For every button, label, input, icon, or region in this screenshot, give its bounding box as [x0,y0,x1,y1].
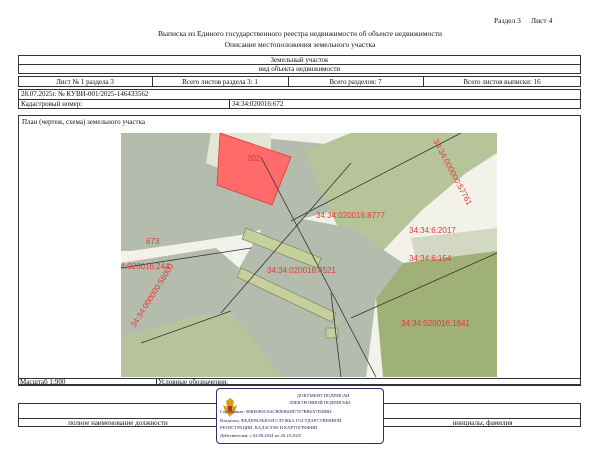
cadastral-number: 34:34:020016:672 [232,100,284,108]
label-202: 202 [247,154,261,163]
stamp-owner1: Владелец: ФЕДЕРАЛЬНАЯ СЛУЖБА ГОСУДАРСТВЕ… [220,418,342,423]
e-signature-stamp: ДОКУМЕНТ ПОДПИСАН ЭЛЕКТРОННОЙ ПОДПИСЬЮ С… [216,388,384,444]
label-154: 34:34:6:154 [409,254,452,263]
plan-title: План (чертеж, схема) земельного участка [22,118,146,126]
emblem-icon [223,398,237,417]
section-label: Раздел 3 [494,16,521,25]
object-type-caption: вид объекта недвижимости [258,65,341,73]
legend-label: Условные обозначения: [158,378,229,386]
label-4521: 34:34:020016:4521 [267,266,337,275]
initials-caption: инициалы, фамилия [452,419,513,427]
sheet-of-section: Лист № 1 раздела 3 [56,78,114,86]
scale-row [18,378,581,386]
label-8777: 34:34:020016:8777 [316,211,386,220]
doc-number: 28.07.2025г. № КУВИ-001/2025-146433562 [21,90,149,98]
map-svg: 202 34:34:020016:8777 673 34:34:020016:2… [121,133,497,377]
total-sheets-section: Всего листов раздела 3: 1 [182,78,258,86]
stamp-line2: ЭЛЕКТРОННОЙ ПОДПИСЬЮ [289,400,351,405]
total-sheets-extract: Всего листов выписки: 16 [463,78,541,86]
label-673: 673 [146,237,160,246]
document-subtitle: Описание местоположения земельного участ… [224,40,376,49]
cadastral-map: 202 34:34:020016:8777 673 34:34:020016:2… [121,133,497,377]
sheet-label: Лист 4 [531,16,553,25]
stamp-valid: Действителен: с 02.08.2024 по 26.10.2025 [220,433,302,438]
label-1641: 34:34:020016:1641 [401,319,471,328]
position-caption: полное наименование должности [68,419,168,427]
stamp-cert: Сертификат: 00ВЕ6В5С0АСВ0ЕВ02В7557ВВ6А7D… [220,409,332,414]
scale: Масштаб 1:900 [20,378,66,386]
stamp-owner2: РЕГИСТРАЦИИ, КАДАСТРА И КАРТОГРАФИИ [220,425,318,430]
cadastral-label: Кадастровый номер: [21,100,83,108]
label-2017: 34:34:6:2017 [409,226,456,235]
object-type: Земельный участок [270,56,329,64]
stamp-line1: ДОКУМЕНТ ПОДПИСАН [297,393,350,398]
total-sections: Всего разделов: 7 [329,78,382,86]
document-title: Выписка из Единого государственного реес… [157,29,443,38]
